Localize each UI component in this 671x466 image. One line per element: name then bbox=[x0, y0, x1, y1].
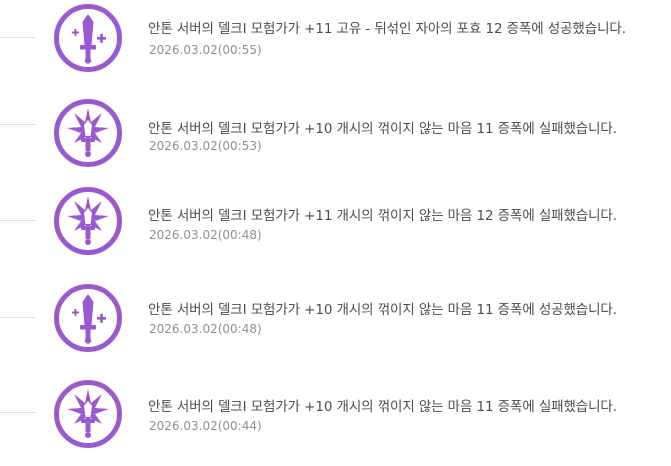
timeline-tick bbox=[0, 412, 36, 413]
log-message: 안톤 서버의 델크I 모험가가 +10 개시의 꺾이지 않는 마음 11 증폭에… bbox=[148, 399, 617, 415]
timeline-tick bbox=[0, 37, 36, 38]
log-timestamp: 2026.03.02(00:53) bbox=[149, 139, 262, 153]
sword-success-icon bbox=[53, 3, 123, 73]
log-entry: 안톤 서버의 델크I 모험가가 +11 고유 - 뒤섞인 자아의 포효 12 증… bbox=[0, 0, 671, 90]
log-message: 안톤 서버의 델크I 모험가가 +10 개시의 꺾이지 않는 마음 11 증폭에… bbox=[148, 302, 617, 318]
sword-broken-icon bbox=[53, 98, 123, 168]
timeline-tick bbox=[0, 317, 36, 318]
log-message: 안톤 서버의 델크I 모험가가 +10 개시의 꺾이지 않는 마음 11 증폭에… bbox=[148, 121, 617, 137]
sword-broken-icon bbox=[53, 186, 123, 256]
amplification-log: 안톤 서버의 델크I 모험가가 +11 고유 - 뒤섞인 자아의 포효 12 증… bbox=[0, 0, 671, 456]
log-entry: 안톤 서버의 델크I 모험가가 +10 개시의 꺾이지 않는 마음 11 증폭에… bbox=[0, 376, 671, 466]
log-entry: 안톤 서버의 델크I 모험가가 +11 개시의 꺾이지 않는 마음 12 증폭에… bbox=[0, 183, 671, 273]
log-timestamp: 2026.03.02(00:48) bbox=[149, 322, 262, 336]
sword-success-icon bbox=[53, 283, 123, 353]
timeline-tick bbox=[0, 220, 36, 221]
log-timestamp: 2026.03.02(00:44) bbox=[149, 419, 262, 433]
log-entry: 안톤 서버의 델크I 모험가가 +10 개시의 꺾이지 않는 마음 11 증폭에… bbox=[0, 280, 671, 370]
log-timestamp: 2026.03.02(00:48) bbox=[149, 228, 262, 242]
log-entry: 안톤 서버의 델크I 모험가가 +10 개시의 꺾이지 않는 마음 11 증폭에… bbox=[0, 98, 671, 188]
log-message: 안톤 서버의 델크I 모험가가 +11 개시의 꺾이지 않는 마음 12 증폭에… bbox=[148, 208, 617, 224]
sword-broken-icon bbox=[53, 379, 123, 449]
log-message: 안톤 서버의 델크I 모험가가 +11 고유 - 뒤섞인 자아의 포효 12 증… bbox=[148, 21, 626, 37]
timeline-tick bbox=[0, 124, 36, 125]
log-timestamp: 2026.03.02(00:55) bbox=[149, 43, 262, 57]
